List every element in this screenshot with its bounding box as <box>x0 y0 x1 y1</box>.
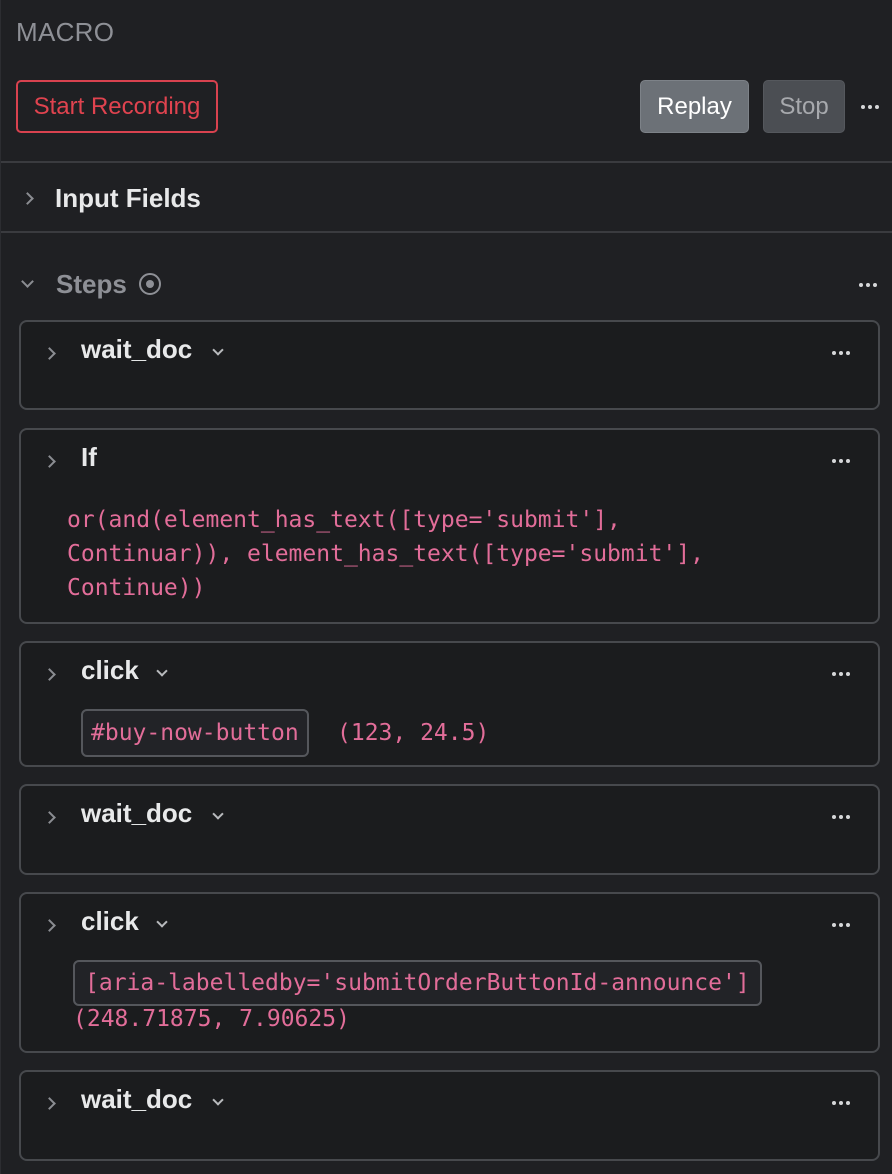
step-card[interactable]: wait_doc <box>19 320 880 410</box>
stop-button[interactable]: Stop <box>763 80 845 133</box>
more-horizontal-icon[interactable] <box>859 283 877 287</box>
more-horizontal-icon[interactable] <box>832 923 850 927</box>
chevron-right-icon[interactable] <box>43 919 56 932</box>
chevron-right-icon[interactable] <box>43 811 56 824</box>
step-name: wait_doc <box>81 1084 193 1114</box>
condition-expression: or(and(element_has_text([type='submit'],… <box>67 503 704 605</box>
chevron-right-icon[interactable] <box>43 455 56 468</box>
selector-chip[interactable]: #buy-now-button <box>81 709 309 757</box>
chevron-down-icon[interactable] <box>212 341 224 359</box>
condition-line: or(and(element_has_text([type='submit'], <box>67 507 621 533</box>
panel-title: MACRO <box>16 17 115 47</box>
more-horizontal-icon[interactable] <box>832 672 850 676</box>
chevron-down-icon[interactable] <box>156 662 168 680</box>
more-horizontal-icon[interactable] <box>832 815 850 819</box>
step-card[interactable]: wait_doc <box>19 784 880 875</box>
step-name: wait_doc <box>81 798 193 828</box>
step-card[interactable]: wait_doc <box>19 1070 880 1161</box>
step-card[interactable]: click [aria-labelledby='submitOrderButto… <box>19 892 880 1053</box>
step-card[interactable]: click #buy-now-button (123, 24.5) <box>19 641 880 767</box>
step-name: click <box>81 906 139 936</box>
chevron-right-icon <box>21 191 34 205</box>
click-coordinates: (123, 24.5) <box>337 720 490 746</box>
replay-button[interactable]: Replay <box>640 80 749 133</box>
chevron-down-icon[interactable] <box>212 1091 224 1109</box>
step-name: wait_doc <box>81 334 193 364</box>
chevron-right-icon[interactable] <box>43 1097 56 1110</box>
step-name: If <box>81 442 97 472</box>
start-recording-button[interactable]: Start Recording <box>16 80 218 133</box>
input-fields-section-toggle[interactable]: Input Fields <box>21 178 201 218</box>
chevron-down-icon <box>21 274 34 288</box>
record-circle-icon <box>138 273 161 295</box>
more-horizontal-icon[interactable] <box>832 351 850 355</box>
chevron-down-icon[interactable] <box>156 913 168 931</box>
steps-title: Steps <box>56 268 127 299</box>
steps-section-toggle[interactable]: Steps <box>21 264 161 304</box>
divider <box>1 161 892 163</box>
condition-line: Continuar)), element_has_text([type='sub… <box>67 541 704 567</box>
chevron-down-icon[interactable] <box>212 805 224 823</box>
step-card[interactable]: If or(and(element_has_text([type='submit… <box>19 428 880 624</box>
chevron-right-icon[interactable] <box>43 347 56 360</box>
chevron-right-icon[interactable] <box>43 668 56 681</box>
divider <box>1 231 892 233</box>
input-fields-title: Input Fields <box>55 182 201 213</box>
macro-panel: MACRO Start Recording Replay Stop Input … <box>0 0 892 1174</box>
more-horizontal-icon[interactable] <box>832 459 850 463</box>
more-horizontal-icon[interactable] <box>861 105 879 109</box>
click-coordinates: (248.71875, 7.90625) <box>73 1006 350 1032</box>
selector-chip[interactable]: [aria-labelledby='submitOrderButtonId-an… <box>73 960 762 1006</box>
more-horizontal-icon[interactable] <box>832 1101 850 1105</box>
condition-line: Continue)) <box>67 575 206 601</box>
step-name: click <box>81 655 139 685</box>
